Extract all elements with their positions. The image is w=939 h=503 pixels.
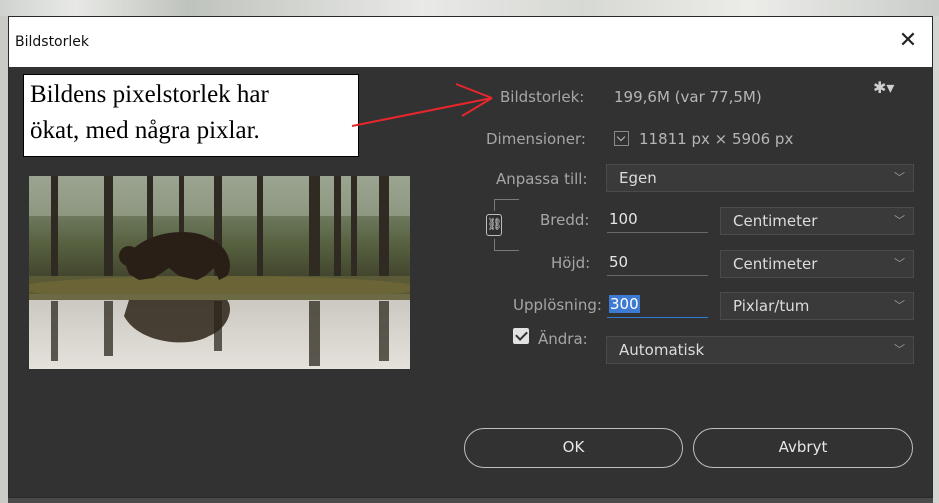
dimensions-label: Dimensioner: [486,130,586,148]
chevron-down-icon: ﹀ [894,343,905,356]
height-unit-select[interactable]: Centimeter ﹀ [720,250,914,278]
width-input[interactable]: 100 [607,207,708,233]
chevron-down-icon: ﹀ [894,257,905,270]
chevron-down-icon: ﹀ [894,171,905,184]
dimensions-value-wrapper: 11811 px × 5906 px [614,130,793,148]
height-value: 50 [609,253,629,271]
fit-to-value: Egen [619,169,657,187]
image-size-value: 199,6M (var 77,5M) [614,88,762,106]
resample-value: Automatisk [619,341,705,359]
width-value: 100 [609,210,638,228]
resolution-value: 300 [609,295,640,313]
height-label: Höjd: [551,254,591,272]
desktop-edge-right [933,16,939,503]
resolution-label: Upplösning: [513,296,602,314]
link-bracket-bottom [494,239,519,251]
height-input[interactable]: 50 [607,250,708,276]
chevron-down-icon: ﹀ [894,299,905,312]
chevron-down-icon: ﹀ [894,214,905,227]
resample-checkbox[interactable] [513,328,529,344]
annotation-line-1: Bildens pixelstorlek har [30,81,269,108]
link-bracket-top [494,199,519,211]
fit-to-select[interactable]: Egen ﹀ [606,164,914,192]
image-preview [29,176,410,369]
gear-icon[interactable]: ✱▾ [873,78,894,97]
dialog-title: Bildstorlek [15,34,89,50]
dimensions-value: 11811 px × 5906 px [639,130,794,148]
width-unit-value: Centimeter [733,212,818,230]
image-size-label: Bildstorlek: [500,88,585,106]
resolution-input[interactable]: 300 [607,292,708,318]
title-bar: Bildstorlek ✕ [9,17,932,67]
desktop-edge-left [0,16,8,503]
close-icon[interactable]: ✕ [894,27,922,55]
annotation-line-2: ökat, med några pixlar. [30,117,260,144]
chain-link-icon[interactable]: ⛓ [486,214,502,236]
annotation-box: Bildens pixelstorlek har ökat, med några… [23,74,359,157]
resolution-unit-select[interactable]: Pixlar/tum ﹀ [720,292,914,320]
desktop-background [0,0,939,16]
resample-select[interactable]: Automatisk ﹀ [606,336,914,364]
resolution-unit-value: Pixlar/tum [733,297,810,315]
ok-button[interactable]: OK [464,428,683,468]
fit-to-label: Anpassa till: [496,170,588,188]
height-unit-value: Centimeter [733,255,818,273]
resample-label: Ändra: [538,330,588,348]
width-unit-select[interactable]: Centimeter ﹀ [720,207,914,235]
annotation-arrow [351,83,493,127]
cancel-button[interactable]: Avbryt [693,428,913,468]
width-label: Bredd: [540,211,590,229]
dimensions-dropdown-icon[interactable] [614,131,629,146]
